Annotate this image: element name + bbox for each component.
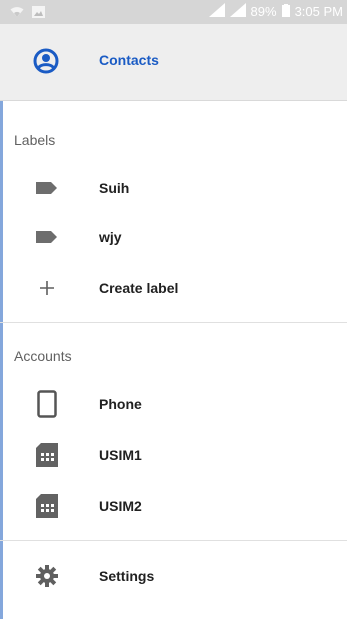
account-item-usim1[interactable]: USIM1 (0, 433, 347, 477)
plus-icon (33, 274, 61, 302)
label-item-text: wjy (99, 229, 122, 245)
sim-card-icon (33, 441, 61, 469)
settings-label: Settings (99, 568, 155, 584)
divider (0, 540, 347, 541)
gear-icon (33, 562, 61, 590)
account-item-usim2[interactable]: USIM2 (0, 484, 347, 528)
account-circle-icon (33, 48, 59, 74)
signal-icon-2 (229, 3, 246, 20)
divider (0, 322, 347, 323)
sim-card-icon (33, 492, 61, 520)
signal-icon-1 (208, 3, 225, 20)
label-item-wjy[interactable]: wjy (0, 215, 347, 259)
create-label-text: Create label (99, 280, 179, 296)
account-item-phone[interactable]: Phone (0, 382, 347, 426)
label-item-suih[interactable]: Suih (0, 166, 347, 210)
create-label-button[interactable]: Create label (0, 266, 347, 310)
status-bar: 89% 3:05 PM (0, 0, 347, 24)
label-item-text: Suih (99, 180, 130, 196)
account-item-text: USIM1 (99, 447, 142, 463)
phone-device-icon (33, 390, 61, 418)
contacts-label: Contacts (99, 52, 159, 68)
wifi-icon (10, 5, 24, 23)
labels-section-title: Labels (14, 132, 56, 148)
accounts-section-title: Accounts (14, 348, 72, 364)
drawer-item-contacts[interactable]: Contacts (0, 24, 347, 101)
battery-icon (281, 3, 290, 20)
battery-percent: 89% (250, 4, 277, 19)
account-item-text: Phone (99, 396, 142, 412)
label-tag-icon (33, 223, 61, 251)
label-tag-icon (33, 174, 61, 202)
account-item-text: USIM2 (99, 498, 142, 514)
settings-button[interactable]: Settings (0, 554, 347, 598)
image-notification-icon (32, 5, 45, 23)
clock: 3:05 PM (294, 4, 343, 19)
